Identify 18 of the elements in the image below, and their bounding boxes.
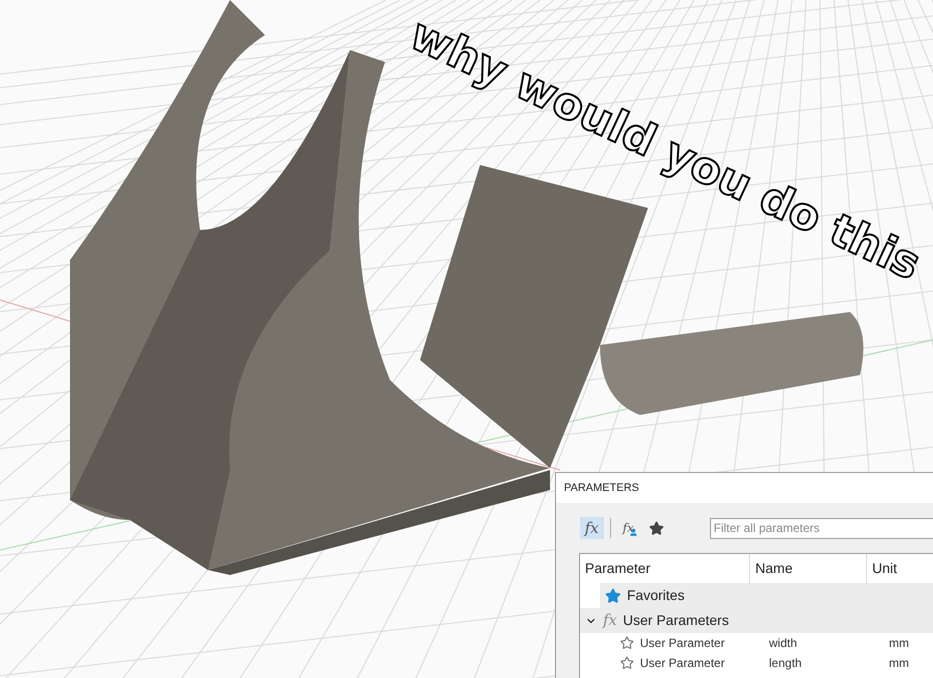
favorite-star-icon[interactable]: [620, 656, 634, 670]
table-cell-text: mm: [889, 655, 909, 672]
filter-field[interactable]: Filter all parameters: [710, 518, 933, 538]
user-parameters-button[interactable]: fx: [616, 517, 640, 539]
favorite-star-icon[interactable]: [620, 636, 634, 650]
all-parameters-button[interactable]: fx: [580, 517, 604, 539]
table-cell-text: width: [769, 635, 798, 652]
table-cell-text: User Parameter: [640, 655, 726, 672]
table-cell-text: mm: [889, 635, 909, 652]
favorites-row[interactable]: Favorites: [600, 583, 933, 608]
group-label: User Parameters: [623, 611, 729, 630]
group-glyph: fx: [603, 610, 618, 632]
group-label: Favorites: [627, 586, 685, 605]
table-cell-text: length: [769, 655, 803, 672]
table-cell-text: User Parameter: [640, 635, 726, 652]
star-icon: [605, 588, 621, 604]
group-row[interactable]: fx User Parameters: [580, 608, 933, 633]
panel-title: PARAMETERS: [556, 473, 933, 503]
